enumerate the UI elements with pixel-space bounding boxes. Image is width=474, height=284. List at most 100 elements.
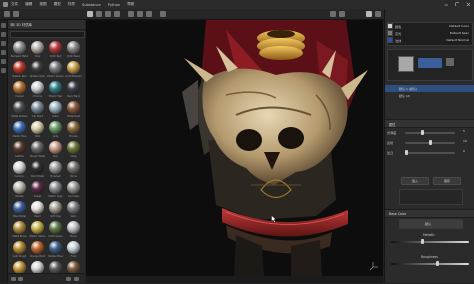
display-icon[interactable] bbox=[330, 11, 336, 17]
view-mode-icon[interactable] bbox=[366, 11, 372, 17]
menu-substance[interactable]: Substance bbox=[82, 3, 101, 7]
3d-viewport[interactable] bbox=[86, 20, 383, 276]
rotate-icon[interactable] bbox=[105, 11, 111, 17]
material-swatch[interactable]: Plastic Glossy bbox=[47, 60, 64, 80]
material-swatch[interactable]: Bumped Metal bbox=[11, 40, 28, 60]
menu-view[interactable]: 视图 bbox=[39, 2, 46, 7]
material-swatch[interactable]: Marble bbox=[11, 180, 28, 200]
reflect-slider-knob[interactable] bbox=[429, 140, 432, 145]
material-swatch[interactable]: Soft Clay bbox=[47, 200, 64, 220]
light-icon[interactable] bbox=[137, 11, 143, 17]
material-swatch[interactable]: Rubber Blue bbox=[47, 240, 64, 260]
save-button[interactable]: 保存 bbox=[433, 177, 461, 185]
layer-row-spec[interactable]: 高光 Default Spec bbox=[387, 30, 473, 36]
grid-icon[interactable] bbox=[146, 11, 152, 17]
menu-help[interactable]: 帮助 bbox=[127, 2, 134, 7]
camera-icon[interactable] bbox=[128, 11, 134, 17]
material-search-input[interactable] bbox=[10, 31, 85, 38]
materials-icon[interactable] bbox=[1, 23, 6, 28]
material-type-badge[interactable] bbox=[418, 58, 442, 68]
material-swatch[interactable]: Gold Rough bbox=[11, 240, 28, 260]
list-view-icon[interactable] bbox=[66, 277, 71, 281]
material-swatch[interactable]: Metal Brass bbox=[11, 220, 28, 240]
lights-icon[interactable] bbox=[1, 41, 6, 46]
menu-python[interactable]: Python bbox=[108, 3, 120, 7]
material-swatch[interactable]: Chrome bbox=[29, 80, 46, 100]
material-swatch[interactable]: Matte Rubber bbox=[11, 100, 28, 120]
open-icon[interactable] bbox=[13, 11, 19, 17]
material-swatch[interactable]: Orange Paint bbox=[29, 240, 46, 260]
gloss-slider[interactable] bbox=[405, 132, 455, 134]
material-swatch[interactable]: Velvet bbox=[29, 180, 46, 200]
material-swatch[interactable]: Rubber Red bbox=[11, 60, 28, 80]
material-swatch[interactable]: Dark Paint bbox=[65, 80, 82, 100]
material-swatch[interactable]: Satin bbox=[65, 200, 82, 220]
material-swatch[interactable]: Rough Metal bbox=[29, 140, 46, 160]
material-swatch[interactable]: Pearl bbox=[29, 200, 46, 220]
material-swatch[interactable]: Frost bbox=[65, 240, 82, 260]
material-swatch[interactable]: Cloth Green bbox=[47, 220, 64, 240]
bump-slider-knob[interactable] bbox=[405, 150, 408, 155]
grid-view-icon[interactable] bbox=[74, 277, 79, 281]
maximize-icon[interactable] bbox=[455, 2, 459, 6]
add-material-icon[interactable] bbox=[11, 277, 16, 281]
material-list-item[interactable]: 默认 (2) bbox=[387, 93, 473, 99]
material-swatch[interactable]: Rubber Dark bbox=[29, 60, 46, 80]
roughness-slider[interactable] bbox=[391, 263, 469, 265]
material-swatch[interactable]: Stone bbox=[65, 160, 82, 180]
material-swatch[interactable]: Olive bbox=[65, 140, 82, 160]
material-swatch[interactable]: Metal Rust bbox=[65, 100, 82, 120]
material-swatch[interactable]: Silver bbox=[65, 220, 82, 240]
material-swatch[interactable]: Wax bbox=[29, 120, 46, 140]
close-icon[interactable] bbox=[466, 2, 470, 6]
material-swatch[interactable]: Glass bbox=[47, 100, 64, 120]
material-swatch[interactable]: Plastic Blue bbox=[11, 120, 28, 140]
material-swatch[interactable]: Gold Polished bbox=[65, 60, 82, 80]
material-swatch[interactable]: Cloth Red bbox=[47, 40, 64, 60]
material-list-item-selected[interactable]: 默认 1 (默认) bbox=[385, 85, 474, 92]
material-swatch[interactable]: Concrete bbox=[65, 180, 82, 200]
scale-icon[interactable] bbox=[114, 11, 120, 17]
move-icon[interactable] bbox=[96, 11, 102, 17]
select-icon[interactable] bbox=[87, 11, 93, 17]
base-color-section-header[interactable]: Base Color bbox=[385, 209, 474, 218]
minimize-icon[interactable] bbox=[444, 2, 448, 6]
material-swatch[interactable]: Plastic Grey bbox=[47, 180, 64, 200]
menu-file[interactable]: 文件 bbox=[11, 2, 18, 7]
load-button[interactable]: 载入 bbox=[401, 177, 429, 185]
material-swatch[interactable]: Clay bbox=[29, 40, 46, 60]
render-icon[interactable] bbox=[160, 11, 166, 17]
new-icon[interactable] bbox=[4, 11, 10, 17]
material-swatch[interactable]: Car Paint bbox=[29, 100, 46, 120]
roughness-slider-knob[interactable] bbox=[436, 261, 439, 266]
models-icon[interactable] bbox=[1, 50, 6, 55]
layer-row-normal[interactable]: 法线 Default Normal bbox=[387, 37, 473, 43]
material-swatch[interactable]: Bronze bbox=[65, 120, 82, 140]
layer-row-color[interactable]: 颜色 Default Color bbox=[387, 23, 473, 29]
material-swatch[interactable]: Copper bbox=[11, 80, 28, 100]
edit-icon[interactable] bbox=[446, 58, 454, 66]
bump-slider[interactable] bbox=[405, 152, 455, 154]
wireframe-icon[interactable] bbox=[339, 11, 345, 17]
settings-icon[interactable] bbox=[375, 11, 381, 17]
cameras-icon[interactable] bbox=[1, 68, 6, 73]
material-swatch[interactable]: Dark Metal bbox=[29, 160, 46, 180]
metallic-slider[interactable] bbox=[391, 241, 469, 243]
properties-section-header[interactable]: 属性 bbox=[385, 119, 474, 128]
material-swatch[interactable]: Blue Metal bbox=[11, 200, 28, 220]
material-swatch[interactable]: Skin bbox=[47, 140, 64, 160]
material-swatch[interactable]: Ceramic bbox=[11, 160, 28, 180]
material-swatch[interactable]: Leather bbox=[11, 140, 28, 160]
base-color-field[interactable]: 默认 bbox=[399, 219, 463, 229]
material-swatch[interactable]: Plastic Yellow bbox=[29, 220, 46, 240]
material-swatch[interactable]: Jade bbox=[47, 120, 64, 140]
material-thumbnail[interactable] bbox=[398, 56, 414, 72]
material-swatch[interactable]: Brushed bbox=[47, 160, 64, 180]
gloss-slider-knob[interactable] bbox=[421, 130, 424, 135]
menu-model[interactable]: 模型 bbox=[54, 2, 61, 7]
material-swatch[interactable]: Cloth Basic bbox=[65, 40, 82, 60]
metallic-slider-knob[interactable] bbox=[421, 239, 424, 244]
material-swatch[interactable]: Plastic Teal bbox=[47, 80, 64, 100]
environment-icon[interactable] bbox=[1, 32, 6, 37]
import-icon[interactable] bbox=[18, 277, 23, 281]
